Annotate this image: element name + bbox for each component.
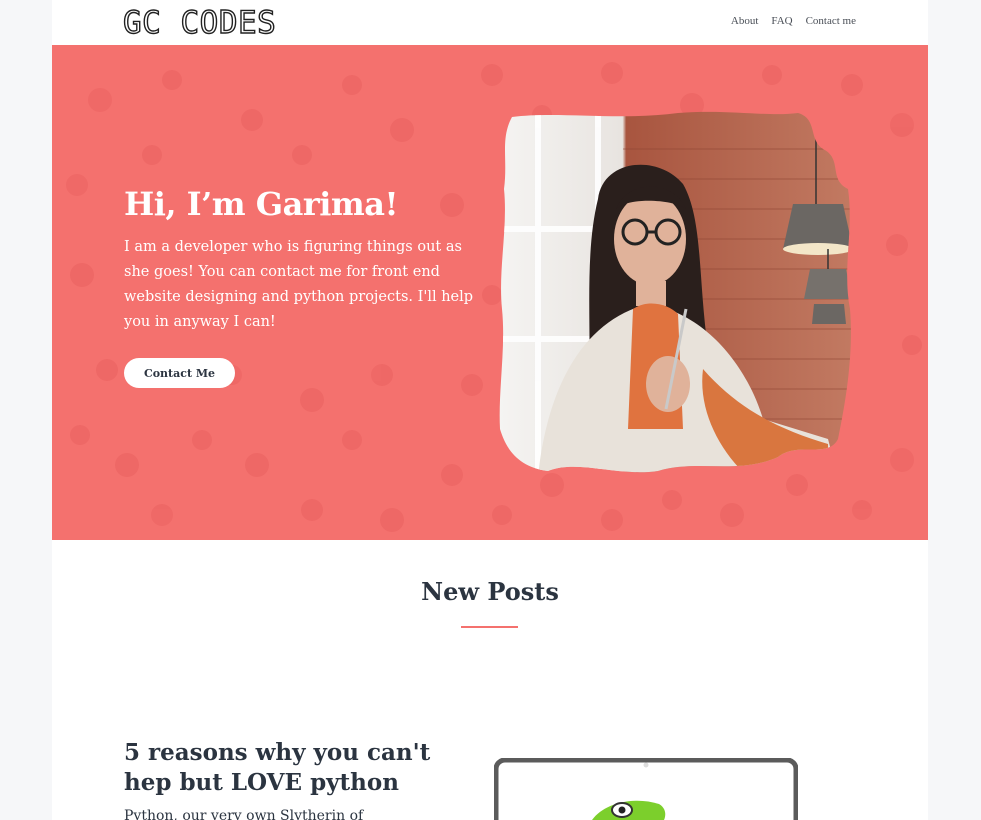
- hero-description: I am a developer who is figuring things …: [124, 239, 474, 330]
- new-posts-heading: New Posts: [421, 577, 559, 606]
- hero-title: Hi, I’m Garima!: [124, 185, 399, 223]
- nav-faq-link[interactable]: FAQ: [771, 15, 792, 27]
- site-logo[interactable]: GC CODES: [123, 6, 283, 38]
- site-header: GC CODES About FAQ Contact me: [52, 0, 928, 45]
- nav-contact-link[interactable]: Contact me: [806, 15, 856, 27]
- post-laptop-illustration[interactable]: [494, 758, 798, 820]
- section-divider: [461, 626, 518, 628]
- post-title[interactable]: 5 reasons why you can't hep but LOVE pyt…: [124, 738, 444, 798]
- main-nav: About FAQ Contact me: [731, 15, 856, 27]
- hero-section: Hi, I’m Garima! I am a developer who is …: [52, 45, 928, 540]
- profile-photo: [499, 111, 851, 473]
- nav-about-link[interactable]: About: [731, 15, 759, 27]
- svg-text:GC CODES: GC CODES: [123, 6, 276, 38]
- contact-me-button[interactable]: Contact Me: [124, 358, 235, 388]
- page-container: GC CODES About FAQ Contact me Hi, I’m Ga…: [52, 0, 928, 820]
- post-excerpt: Python, our very own Slytherin of: [124, 808, 364, 820]
